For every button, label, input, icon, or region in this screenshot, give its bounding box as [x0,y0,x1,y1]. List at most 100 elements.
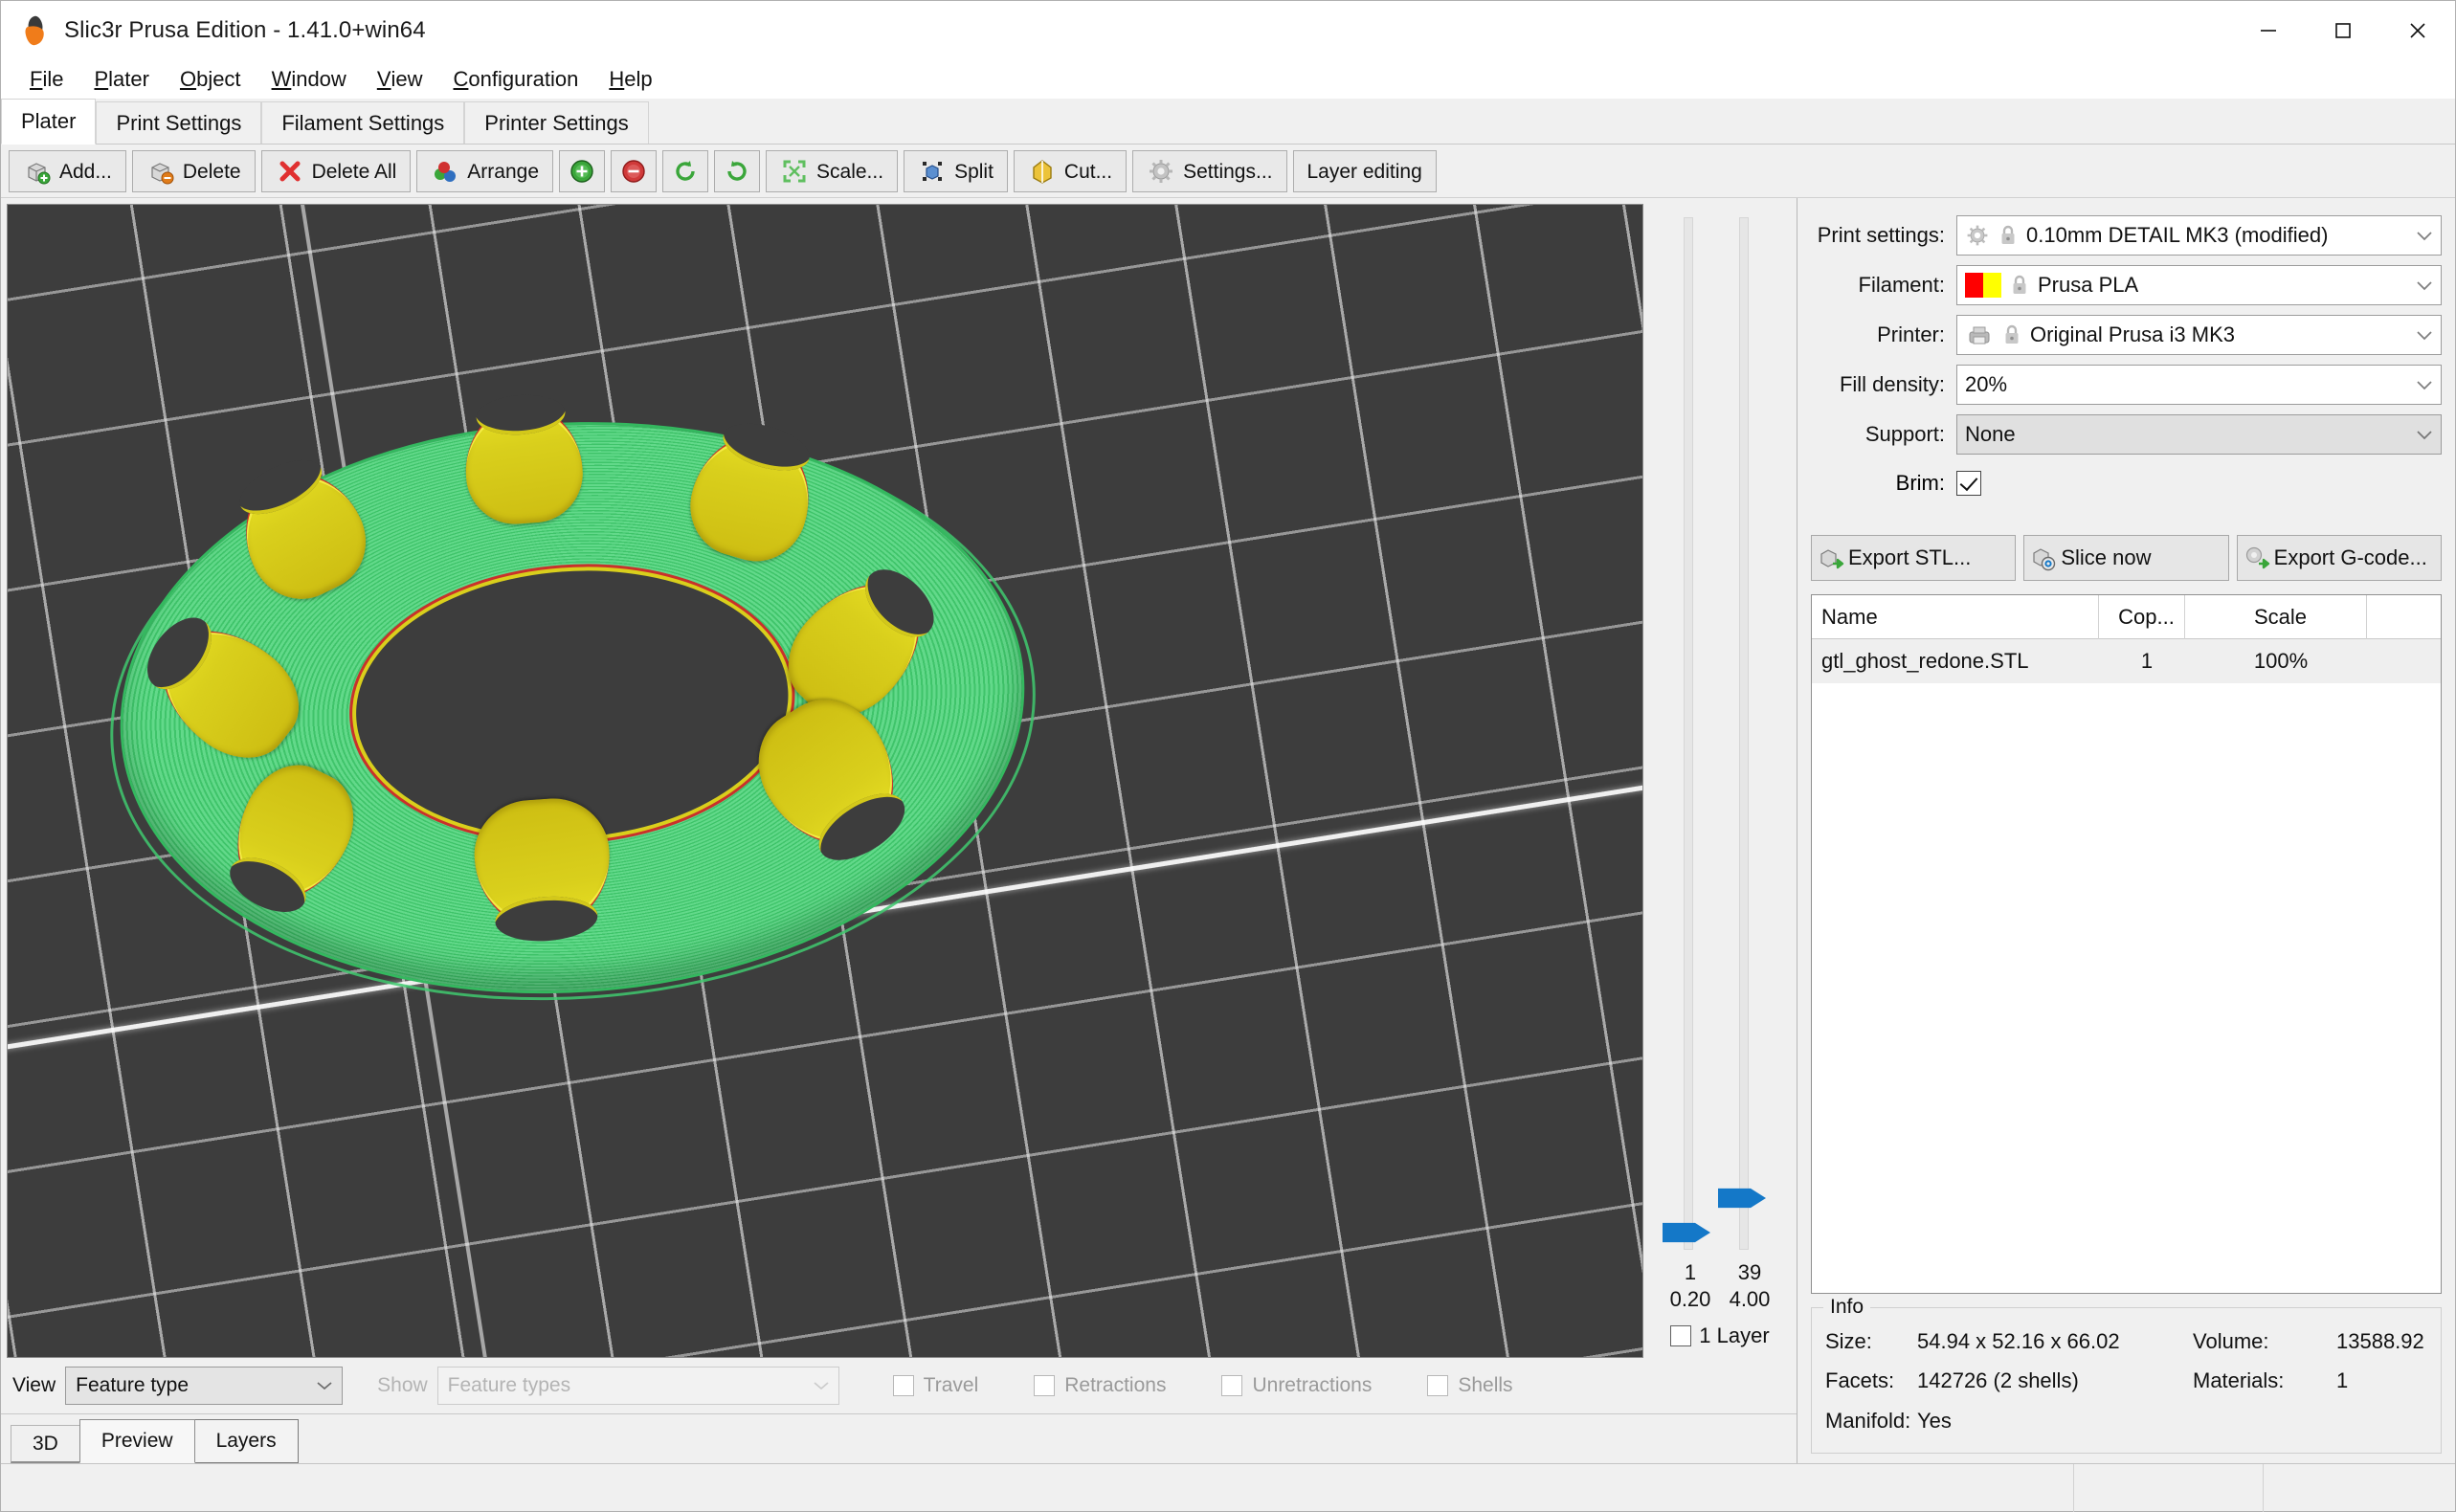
filament-combo[interactable]: Prusa PLA [1956,265,2442,305]
add-button[interactable]: Add... [9,149,126,192]
menu-plater[interactable]: Plater [78,60,164,99]
status-message [1,1463,2074,1512]
rotate-cw-button[interactable] [714,149,761,192]
decrease-copies-button[interactable] [611,149,658,192]
printer-combo[interactable]: Original Prusa i3 MK3 [1956,315,2442,355]
delete-all-button[interactable]: Delete All [260,149,412,192]
info-row-facets: Facets: 142726 (2 shells) Materials: 1 [1825,1361,2427,1401]
printer-row: Printer: Original Prusa i3 MK3 [1811,313,2442,357]
layer-slider-high-track[interactable] [1739,217,1749,1250]
layer-slider-panel: 1 39 0.20 4.00 1 Layer [1643,204,1797,1358]
cut-button[interactable]: Cut... [1013,149,1128,192]
show-combo[interactable]: Feature types [436,1367,839,1405]
settings-button[interactable]: Settings... [1132,149,1287,192]
window-controls [2231,1,2455,60]
export-stl-icon [1818,544,1846,572]
left-column: 1 39 0.20 4.00 1 Layer View Feature type… [1,198,1797,1463]
travel-checkbox[interactable] [892,1375,914,1396]
support-row: Support: None [1811,412,2442,456]
layer-editing-button[interactable]: Layer editing [1292,149,1437,192]
menu-window[interactable]: Window [257,60,362,99]
menu-help[interactable]: Help [593,60,667,99]
retractions-checkbox[interactable] [1034,1375,1056,1396]
tab-plater[interactable]: Plater [1,99,97,145]
tab-3d[interactable]: 3D [11,1425,80,1463]
maximize-button[interactable] [2306,1,2380,60]
support-label: Support: [1864,422,1945,446]
manifold-value: Yes [1917,1409,1952,1434]
unretractions-checkbox-item[interactable]: Unretractions [1221,1374,1372,1397]
facets-label: Facets: [1825,1368,1895,1393]
gear-icon [1147,157,1175,186]
delete-all-icon [276,157,304,186]
column-copies: Cop... [2099,594,2185,639]
status-segment-2 [2264,1464,2455,1512]
show-label: Show [377,1374,428,1396]
rotate-ccw-button[interactable] [662,149,709,192]
notebook-tabs: Plater Print Settings Filament Settings … [1,99,2455,145]
object-name: gtl_ghost_redone.STL [1821,649,2029,673]
shells-checkbox[interactable] [1427,1375,1449,1396]
export-stl-button[interactable]: Export STL... [1811,535,2017,581]
show-combo-value: Feature types [447,1374,571,1396]
chevron-down-icon [2414,372,2435,397]
menu-file[interactable]: File [14,60,78,99]
filament-row: Filament: Prusa PLA [1811,263,2442,307]
increase-copies-button[interactable] [559,149,606,192]
fill-density-combo[interactable]: 20% [1956,365,2442,405]
object-list[interactable]: Name Cop... Scale gtl_ghost_redone.STL 1… [1811,594,2442,1294]
menu-object[interactable]: Object [165,60,257,99]
slic3r-window: Slic3r Prusa Edition - 1.41.0+win64 File… [0,0,2456,1512]
print-settings-label: Print settings: [1817,223,1945,247]
add-object-icon [23,157,52,186]
split-icon [918,157,947,186]
close-button[interactable] [2380,1,2455,60]
volume-value: 13588.92 [2336,1328,2424,1353]
slic3r-logo-icon [22,14,51,47]
tab-printer-settings[interactable]: Printer Settings [464,101,649,144]
view-combo[interactable]: Feature type [65,1367,344,1405]
export-stl-label: Export STL... [1848,545,1972,569]
brim-row: Brim: [1811,462,2442,504]
sliced-model [91,393,1056,1032]
volume-label: Volume: [2193,1328,2269,1353]
size-value: 54.94 x 52.16 x 66.02 [1917,1328,2120,1353]
tab-preview[interactable]: Preview [78,1419,195,1463]
slider-tracks [1643,204,1797,1259]
unretractions-checkbox[interactable] [1221,1375,1243,1396]
support-combo[interactable]: None [1956,414,2442,455]
info-row-manifold: Manifold: Yes [1825,1401,2427,1441]
fill-density-label: Fill density: [1839,372,1945,396]
scale-button[interactable]: Scale... [766,149,899,192]
layer-high-index: 39 [1737,1260,1762,1284]
travel-checkbox-item[interactable]: Travel [892,1374,978,1397]
one-layer-toggle[interactable]: 1 Layer [1670,1316,1770,1358]
menu-view[interactable]: View [362,60,438,99]
menu-configuration[interactable]: Configuration [438,60,594,99]
print-settings-combo[interactable]: 0.10mm DETAIL MK3 (modified) [1956,215,2442,256]
slice-now-button[interactable]: Slice now [2023,535,2229,581]
scale-button-label: Scale... [816,160,884,183]
retractions-checkbox-item[interactable]: Retractions [1034,1374,1166,1397]
minimize-button[interactable] [2231,1,2306,60]
layer-slider-low-track[interactable] [1684,217,1693,1250]
arrange-button[interactable]: Arrange [416,149,554,192]
export-gcode-button[interactable]: Export G-code... [2236,535,2442,581]
preview-3d-canvas[interactable] [7,204,1643,1358]
tab-filament-settings[interactable]: Filament Settings [261,101,465,144]
print-settings-row: Print settings: 0.10mm DETAIL MK3 (modif… [1811,213,2442,257]
delete-button[interactable]: Delete [131,149,256,192]
layer-slider-low-handle[interactable] [1663,1222,1710,1243]
unretractions-label: Unretractions [1252,1374,1373,1396]
info-box: Info Size: 54.94 x 52.16 x 66.02 Volume:… [1811,1295,2442,1454]
tab-layers[interactable]: Layers [193,1419,299,1463]
table-row[interactable]: gtl_ghost_redone.STL 1 100% [1812,639,2441,683]
lock-icon [2001,322,2022,347]
tab-print-settings[interactable]: Print Settings [96,101,262,144]
brim-checkbox[interactable] [1956,471,1981,496]
layer-low-height: 0.20 [1669,1286,1711,1311]
split-button[interactable]: Split [904,149,1008,192]
layer-slider-high-handle[interactable] [1718,1188,1766,1209]
one-layer-checkbox[interactable] [1670,1325,1692,1346]
shells-checkbox-item[interactable]: Shells [1427,1374,1513,1397]
